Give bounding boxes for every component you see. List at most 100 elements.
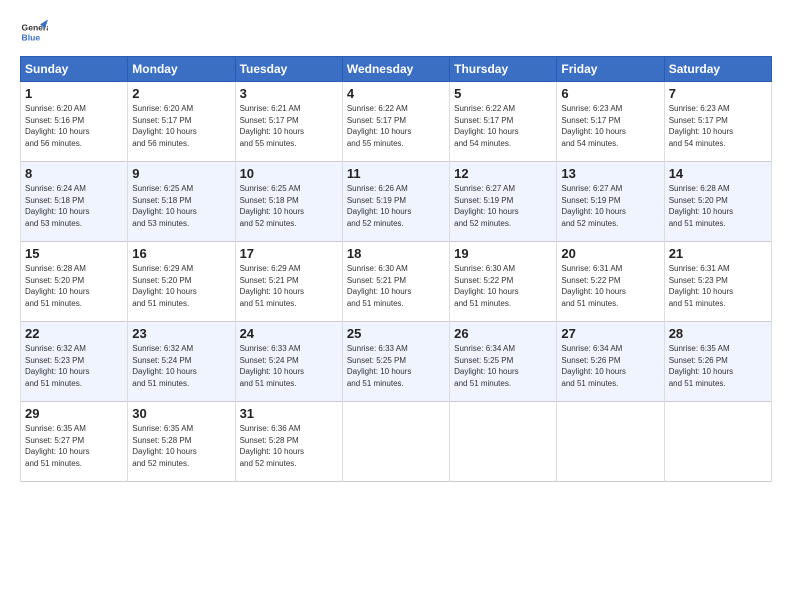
calendar-cell: 9Sunrise: 6:25 AM Sunset: 5:18 PM Daylig… [128,162,235,242]
calendar-cell: 10 Sunrise: 6:25 AM Sunset: 5:18 PM Dayli… [235,162,342,242]
calendar-cell: 24 Sunrise: 6:33 AM Sunset: 5:24 PM Dayli… [235,322,342,402]
calendar-cell: 22 Sunrise: 6:32 AM Sunset: 5:23 PM Dayli… [21,322,128,402]
calendar-cell: 16 Sunrise: 6:29 AM Sunset: 5:20 PM Dayli… [128,242,235,322]
day-number: 21 [669,246,767,261]
day-info: Sunrise: 6:35 AM Sunset: 5:27 PM Dayligh… [25,423,123,469]
column-header-friday: Friday [557,57,664,82]
calendar-cell: 12 Sunrise: 6:27 AM Sunset: 5:19 PM Dayli… [450,162,557,242]
day-info: Sunrise: 6:36 AM Sunset: 5:28 PM Dayligh… [240,423,338,469]
day-info: Sunrise: 6:23 AM Sunset: 5:17 PM Dayligh… [669,103,767,149]
day-info: Sunrise: 6:32 AM Sunset: 5:24 PM Dayligh… [132,343,230,389]
calendar-cell: 2 Sunrise: 6:20 AM Sunset: 5:17 PM Daylig… [128,82,235,162]
calendar-cell: 13 Sunrise: 6:27 AM Sunset: 5:19 PM Dayli… [557,162,664,242]
day-number: 20 [561,246,659,261]
calendar-cell: 6 Sunrise: 6:23 AM Sunset: 5:17 PM Daylig… [557,82,664,162]
day-info: Sunrise: 6:34 AM Sunset: 5:25 PM Dayligh… [454,343,552,389]
calendar-cell: 29 Sunrise: 6:35 AM Sunset: 5:27 PM Dayli… [21,402,128,482]
day-info: Sunrise: 6:28 AM Sunset: 5:20 PM Dayligh… [669,183,767,229]
calendar-cell: 11 Sunrise: 6:26 AM Sunset: 5:19 PM Dayli… [342,162,449,242]
day-number: 15 [25,246,123,261]
day-info: Sunrise: 6:20 AM Sunset: 5:17 PM Dayligh… [132,103,230,149]
column-header-tuesday: Tuesday [235,57,342,82]
day-number: 19 [454,246,552,261]
calendar-cell: 17 Sunrise: 6:29 AM Sunset: 5:21 PM Dayli… [235,242,342,322]
day-info: Sunrise: 6:22 AM Sunset: 5:17 PM Dayligh… [347,103,445,149]
day-number: 5 [454,86,552,101]
calendar-cell [450,402,557,482]
calendar-cell: 18 Sunrise: 6:30 AM Sunset: 5:21 PM Dayli… [342,242,449,322]
day-info: Sunrise: 6:22 AM Sunset: 5:17 PM Dayligh… [454,103,552,149]
calendar-cell: 20 Sunrise: 6:31 AM Sunset: 5:22 PM Dayli… [557,242,664,322]
day-number: 8 [25,166,123,181]
calendar-cell: 26 Sunrise: 6:34 AM Sunset: 5:25 PM Dayli… [450,322,557,402]
day-info: Sunrise: 6:33 AM Sunset: 5:25 PM Dayligh… [347,343,445,389]
day-info: Sunrise: 6:29 AM Sunset: 5:21 PM Dayligh… [240,263,338,309]
day-number: 2 [132,86,230,101]
day-info: Sunrise: 6:35 AM Sunset: 5:28 PM Dayligh… [132,423,230,469]
day-info: Sunrise: 6:32 AM Sunset: 5:23 PM Dayligh… [25,343,123,389]
day-number: 25 [347,326,445,341]
column-header-sunday: Sunday [21,57,128,82]
day-number: 11 [347,166,445,181]
column-header-monday: Monday [128,57,235,82]
day-number: 10 [240,166,338,181]
calendar-cell [557,402,664,482]
calendar-cell: 15 Sunrise: 6:28 AM Sunset: 5:20 PM Dayli… [21,242,128,322]
day-info: Sunrise: 6:30 AM Sunset: 5:21 PM Dayligh… [347,263,445,309]
calendar-cell: 5 Sunrise: 6:22 AM Sunset: 5:17 PM Daylig… [450,82,557,162]
day-number: 31 [240,406,338,421]
day-number: 1 [25,86,123,101]
column-header-wednesday: Wednesday [342,57,449,82]
general-blue-icon: General Blue [20,18,48,46]
day-number: 17 [240,246,338,261]
day-info: Sunrise: 6:31 AM Sunset: 5:22 PM Dayligh… [561,263,659,309]
logo: General Blue [20,18,48,46]
day-number: 22 [25,326,123,341]
calendar-cell: 25 Sunrise: 6:33 AM Sunset: 5:25 PM Dayli… [342,322,449,402]
calendar-cell: 7 Sunrise: 6:23 AM Sunset: 5:17 PM Daylig… [664,82,771,162]
calendar-cell [664,402,771,482]
calendar-cell: 28Sunrise: 6:35 AM Sunset: 5:26 PM Dayli… [664,322,771,402]
day-number: 14 [669,166,767,181]
day-info: Sunrise: 6:24 AM Sunset: 5:18 PM Dayligh… [25,183,123,229]
day-number: 12 [454,166,552,181]
day-number: 6 [561,86,659,101]
day-number: 28 [669,326,767,341]
day-number: 9 [132,166,230,181]
day-number: 7 [669,86,767,101]
day-number: 13 [561,166,659,181]
day-number: 29 [25,406,123,421]
calendar-cell: 27Sunrise: 6:34 AM Sunset: 5:26 PM Dayli… [557,322,664,402]
calendar-cell: 3Sunrise: 6:21 AM Sunset: 5:17 PM Daylig… [235,82,342,162]
calendar-cell: 23 Sunrise: 6:32 AM Sunset: 5:24 PM Dayli… [128,322,235,402]
day-info: Sunrise: 6:29 AM Sunset: 5:20 PM Dayligh… [132,263,230,309]
day-number: 16 [132,246,230,261]
calendar-cell: 1 Sunrise: 6:20 AM Sunset: 5:16 PM Daylig… [21,82,128,162]
calendar-cell: 14 Sunrise: 6:28 AM Sunset: 5:20 PM Dayli… [664,162,771,242]
day-info: Sunrise: 6:21 AM Sunset: 5:17 PM Dayligh… [240,103,338,149]
day-info: Sunrise: 6:23 AM Sunset: 5:17 PM Dayligh… [561,103,659,149]
column-header-saturday: Saturday [664,57,771,82]
day-info: Sunrise: 6:33 AM Sunset: 5:24 PM Dayligh… [240,343,338,389]
day-info: Sunrise: 6:26 AM Sunset: 5:19 PM Dayligh… [347,183,445,229]
day-number: 30 [132,406,230,421]
calendar-cell: 8 Sunrise: 6:24 AM Sunset: 5:18 PM Daylig… [21,162,128,242]
day-info: Sunrise: 6:28 AM Sunset: 5:20 PM Dayligh… [25,263,123,309]
svg-text:Blue: Blue [22,33,41,43]
day-info: Sunrise: 6:27 AM Sunset: 5:19 PM Dayligh… [561,183,659,229]
calendar-cell: 19 Sunrise: 6:30 AM Sunset: 5:22 PM Dayli… [450,242,557,322]
day-number: 26 [454,326,552,341]
day-number: 4 [347,86,445,101]
day-number: 24 [240,326,338,341]
column-header-thursday: Thursday [450,57,557,82]
day-info: Sunrise: 6:30 AM Sunset: 5:22 PM Dayligh… [454,263,552,309]
day-info: Sunrise: 6:20 AM Sunset: 5:16 PM Dayligh… [25,103,123,149]
day-info: Sunrise: 6:25 AM Sunset: 5:18 PM Dayligh… [240,183,338,229]
day-number: 23 [132,326,230,341]
day-info: Sunrise: 6:27 AM Sunset: 5:19 PM Dayligh… [454,183,552,229]
day-number: 18 [347,246,445,261]
calendar-cell: 30 Sunrise: 6:35 AM Sunset: 5:28 PM Dayli… [128,402,235,482]
calendar-cell: 31 Sunrise: 6:36 AM Sunset: 5:28 PM Dayli… [235,402,342,482]
day-info: Sunrise: 6:31 AM Sunset: 5:23 PM Dayligh… [669,263,767,309]
calendar-cell: 21 Sunrise: 6:31 AM Sunset: 5:23 PM Dayli… [664,242,771,322]
